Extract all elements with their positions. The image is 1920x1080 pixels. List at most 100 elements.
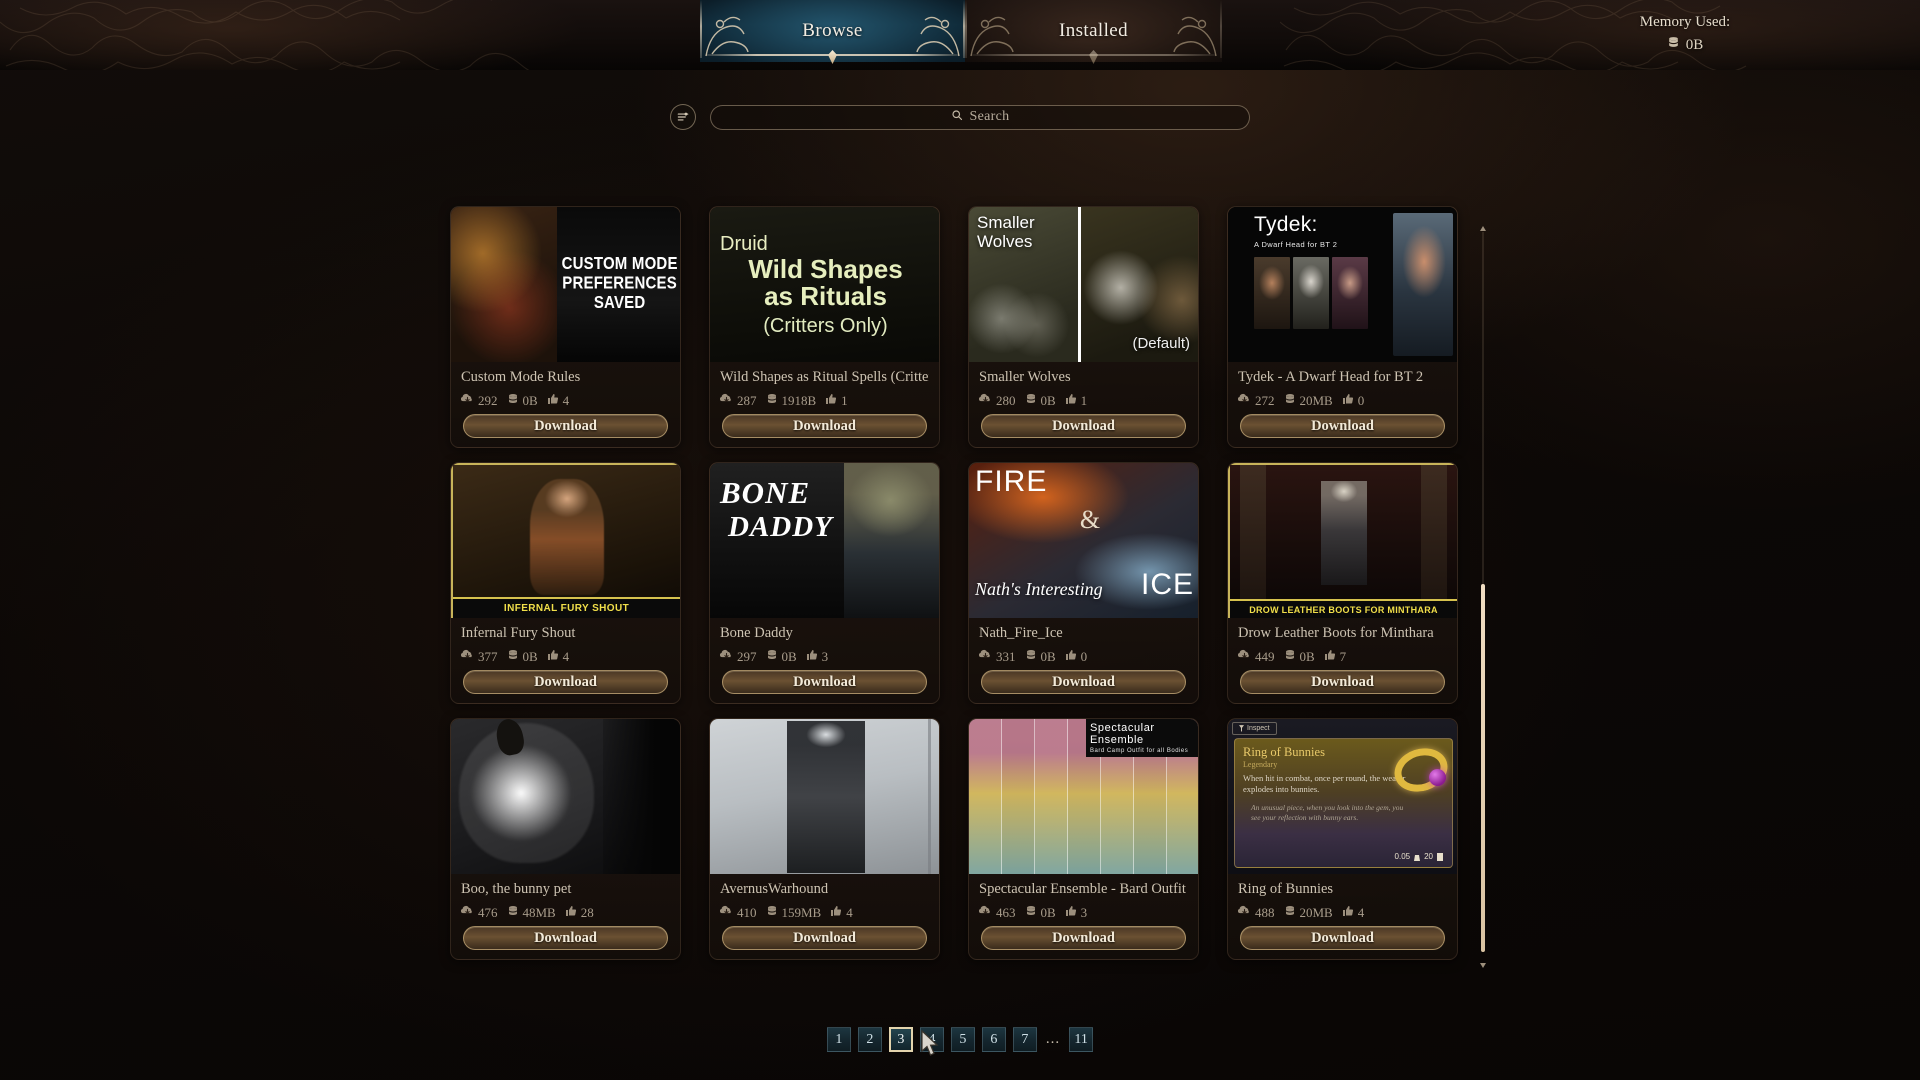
thumb-art-text: &	[1079, 505, 1101, 534]
thumb-art-detail	[928, 719, 931, 874]
search-input[interactable]: Search	[710, 104, 1250, 130]
stat-likes-value: 4	[1357, 905, 1365, 920]
mod-thumbnail: Druid Wild Shapes as Rituals (Critters O…	[710, 207, 939, 362]
mod-title: Wild Shapes as Ritual Spells (Critters O…	[720, 369, 929, 385]
download-button[interactable]: Download	[463, 670, 668, 694]
download-button-label: Download	[1052, 673, 1115, 690]
cloud-download-icon	[978, 648, 992, 666]
thumb-art-text: Nath's Interesting	[975, 579, 1103, 599]
download-button[interactable]: Download	[981, 926, 1186, 950]
page-button-2[interactable]: 2	[857, 1027, 882, 1052]
download-button[interactable]: Download	[463, 926, 668, 950]
stat-size-value: 159MB	[781, 905, 822, 920]
mod-title: Nath_Fire_Ice	[979, 625, 1063, 641]
mod-stats: 377 0B 4	[460, 648, 670, 666]
mod-stats: 463 0B 3	[978, 904, 1188, 922]
tab-browse[interactable]: Browse	[700, 0, 965, 64]
search-placeholder: Search	[969, 109, 1010, 124]
mod-thumbnail	[451, 719, 680, 874]
scrollbar-thumb[interactable]	[1481, 584, 1485, 952]
mod-card[interactable]: AvernusWarhound 410 159MB 4 Download	[695, 718, 954, 974]
grid-scrollbar[interactable]	[1479, 220, 1487, 968]
stat-size-value: 0B	[1299, 649, 1315, 664]
stat-downloads-value: 331	[996, 649, 1016, 664]
download-button[interactable]: Download	[1240, 926, 1445, 950]
mod-card[interactable]: CUSTOM MODE PREFERENCES SAVED Custom Mod…	[436, 206, 695, 462]
stat-likes: 0	[1065, 648, 1087, 666]
scroll-up-arrow-icon[interactable]	[1479, 220, 1487, 231]
thumb-weight-value: 0.05	[1394, 852, 1411, 861]
stat-likes: 4	[547, 392, 570, 410]
thumb-art-text: ICE	[1140, 568, 1194, 601]
scroll-down-arrow-icon[interactable]	[1479, 956, 1487, 968]
stat-size-value: 0B	[1040, 905, 1056, 920]
stat-size: 0B	[507, 648, 538, 666]
stat-size-value: 48MB	[522, 905, 556, 920]
mod-manager-window: Browse Installed Memory Used: 0B Search …	[0, 0, 1920, 1080]
download-button[interactable]: Download	[722, 414, 927, 438]
mod-card[interactable]: Spectacular Ensemble Bard Camp Outfit fo…	[954, 718, 1213, 974]
database-icon	[766, 648, 778, 666]
filter-sort-icon[interactable]	[670, 104, 696, 130]
thumb-art: Druid Wild Shapes as Rituals (Critters O…	[710, 207, 939, 362]
mod-title: Ring of Bunnies	[1238, 881, 1334, 897]
mod-thumbnail: CUSTOM MODE PREFERENCES SAVED	[451, 207, 680, 362]
thumbs-up-icon	[1324, 648, 1336, 666]
mod-title: AvernusWarhound	[720, 881, 829, 897]
download-button[interactable]: Download	[981, 414, 1186, 438]
mod-card[interactable]: Tydek: A Dwarf Head for BT 2 Tydek - A D…	[1213, 206, 1472, 462]
search-row: Search	[0, 104, 1920, 130]
download-button[interactable]: Download	[463, 414, 668, 438]
download-button-label: Download	[534, 673, 597, 690]
mod-stats: 410 159MB 4	[719, 904, 929, 922]
download-button[interactable]: Download	[1240, 670, 1445, 694]
thumb-art-text: Wild Shapes	[748, 254, 903, 285]
thumb-art-text: Spectacular Ensemble	[1090, 722, 1155, 746]
thumb-item-stats: 0.05 20	[1395, 852, 1443, 861]
download-button-label: Download	[1311, 929, 1374, 946]
mod-card[interactable]: DROW LEATHER BOOTS FOR MINTHARA Drow Lea…	[1213, 462, 1472, 718]
stat-size: 1918B	[766, 392, 816, 410]
download-button[interactable]: Download	[722, 926, 927, 950]
mod-card[interactable]: Smaller Wolves (Default) Smaller Wolves 2…	[954, 206, 1213, 462]
page-button-last[interactable]: 11	[1069, 1027, 1094, 1052]
stat-downloads: 476	[460, 904, 498, 922]
thumbs-up-icon	[830, 904, 842, 922]
download-button[interactable]: Download	[1240, 414, 1445, 438]
mod-card[interactable]: FIRE & ICE Nath's Interesting Nath_Fire_…	[954, 462, 1213, 718]
download-button[interactable]: Download	[981, 670, 1186, 694]
tab-corner-flourish-right-icon	[1164, 4, 1220, 60]
thumbs-up-icon	[1065, 648, 1077, 666]
mod-thumbnail	[710, 719, 939, 874]
mod-thumbnail: Spectacular Ensemble Bard Camp Outfit fo…	[969, 719, 1198, 874]
stat-downloads-value: 463	[996, 905, 1016, 920]
mod-card[interactable]: BONE DADDY Bone Daddy 297 0B 3 Download	[695, 462, 954, 718]
download-button[interactable]: Download	[722, 670, 927, 694]
thumb-art-text: (Critters Only)	[763, 314, 888, 337]
thumbs-up-icon	[1342, 392, 1354, 410]
mod-card[interactable]: Druid Wild Shapes as Rituals (Critters O…	[695, 206, 954, 462]
stat-likes-value: 4	[562, 393, 570, 408]
page-button-7[interactable]: 7	[1012, 1027, 1037, 1052]
page-button-1[interactable]: 1	[826, 1027, 851, 1052]
database-icon	[1025, 648, 1037, 666]
mod-card[interactable]: Inspect Ring of Bunnies Legendary When h…	[1213, 718, 1472, 974]
thumb-art-banner: INFERNAL FURY SHOUT	[453, 597, 680, 618]
tab-installed[interactable]: Installed	[965, 0, 1222, 64]
page-button-3[interactable]: 3	[888, 1027, 913, 1052]
database-icon	[1284, 648, 1296, 666]
mod-card[interactable]: Boo, the bunny pet 476 48MB 28 Download	[436, 718, 695, 974]
page-button-6[interactable]: 6	[981, 1027, 1006, 1052]
download-button-label: Download	[793, 673, 856, 690]
top-bar: Browse Installed Memory Used: 0B	[0, 0, 1920, 70]
thumbs-up-icon	[547, 648, 559, 666]
thumb-art-text: as Rituals	[764, 281, 887, 311]
thumb-divider	[1077, 207, 1081, 362]
page-button-5[interactable]: 5	[950, 1027, 975, 1052]
thumb-art-text: DADDY	[728, 511, 833, 543]
mod-card[interactable]: INFERNAL FURY SHOUT Infernal Fury Shout …	[436, 462, 695, 718]
database-icon	[766, 904, 778, 922]
stat-downloads: 449	[1237, 648, 1275, 666]
thumbs-up-icon	[806, 648, 818, 666]
thumb-art-text: INFERNAL FURY SHOUT	[503, 603, 630, 614]
